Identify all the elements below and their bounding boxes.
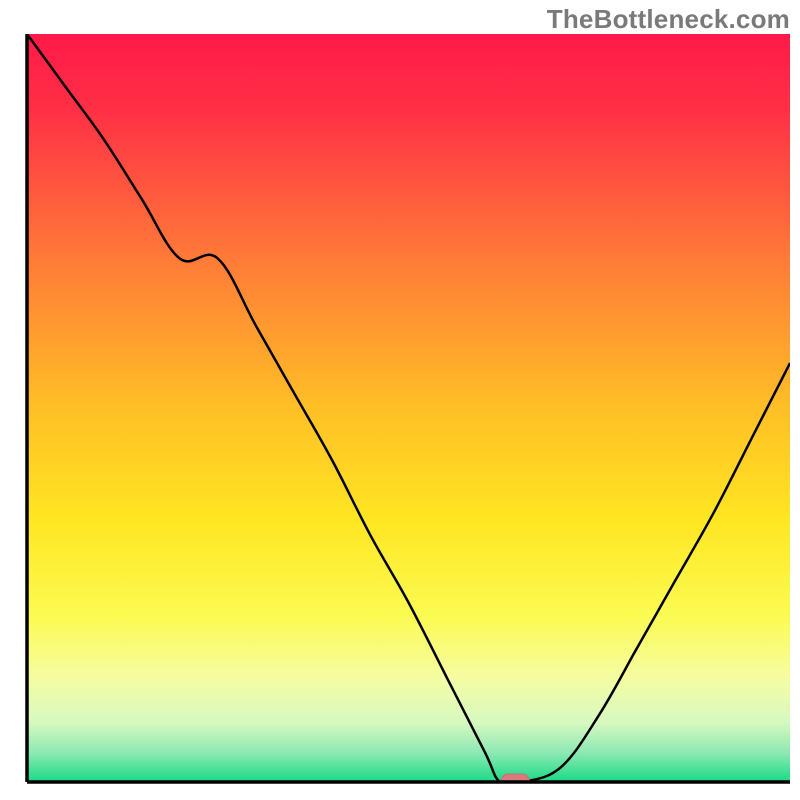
bottleneck-chart <box>0 0 800 800</box>
chart-container: TheBottleneck.com <box>0 0 800 800</box>
gradient-background <box>27 34 790 782</box>
